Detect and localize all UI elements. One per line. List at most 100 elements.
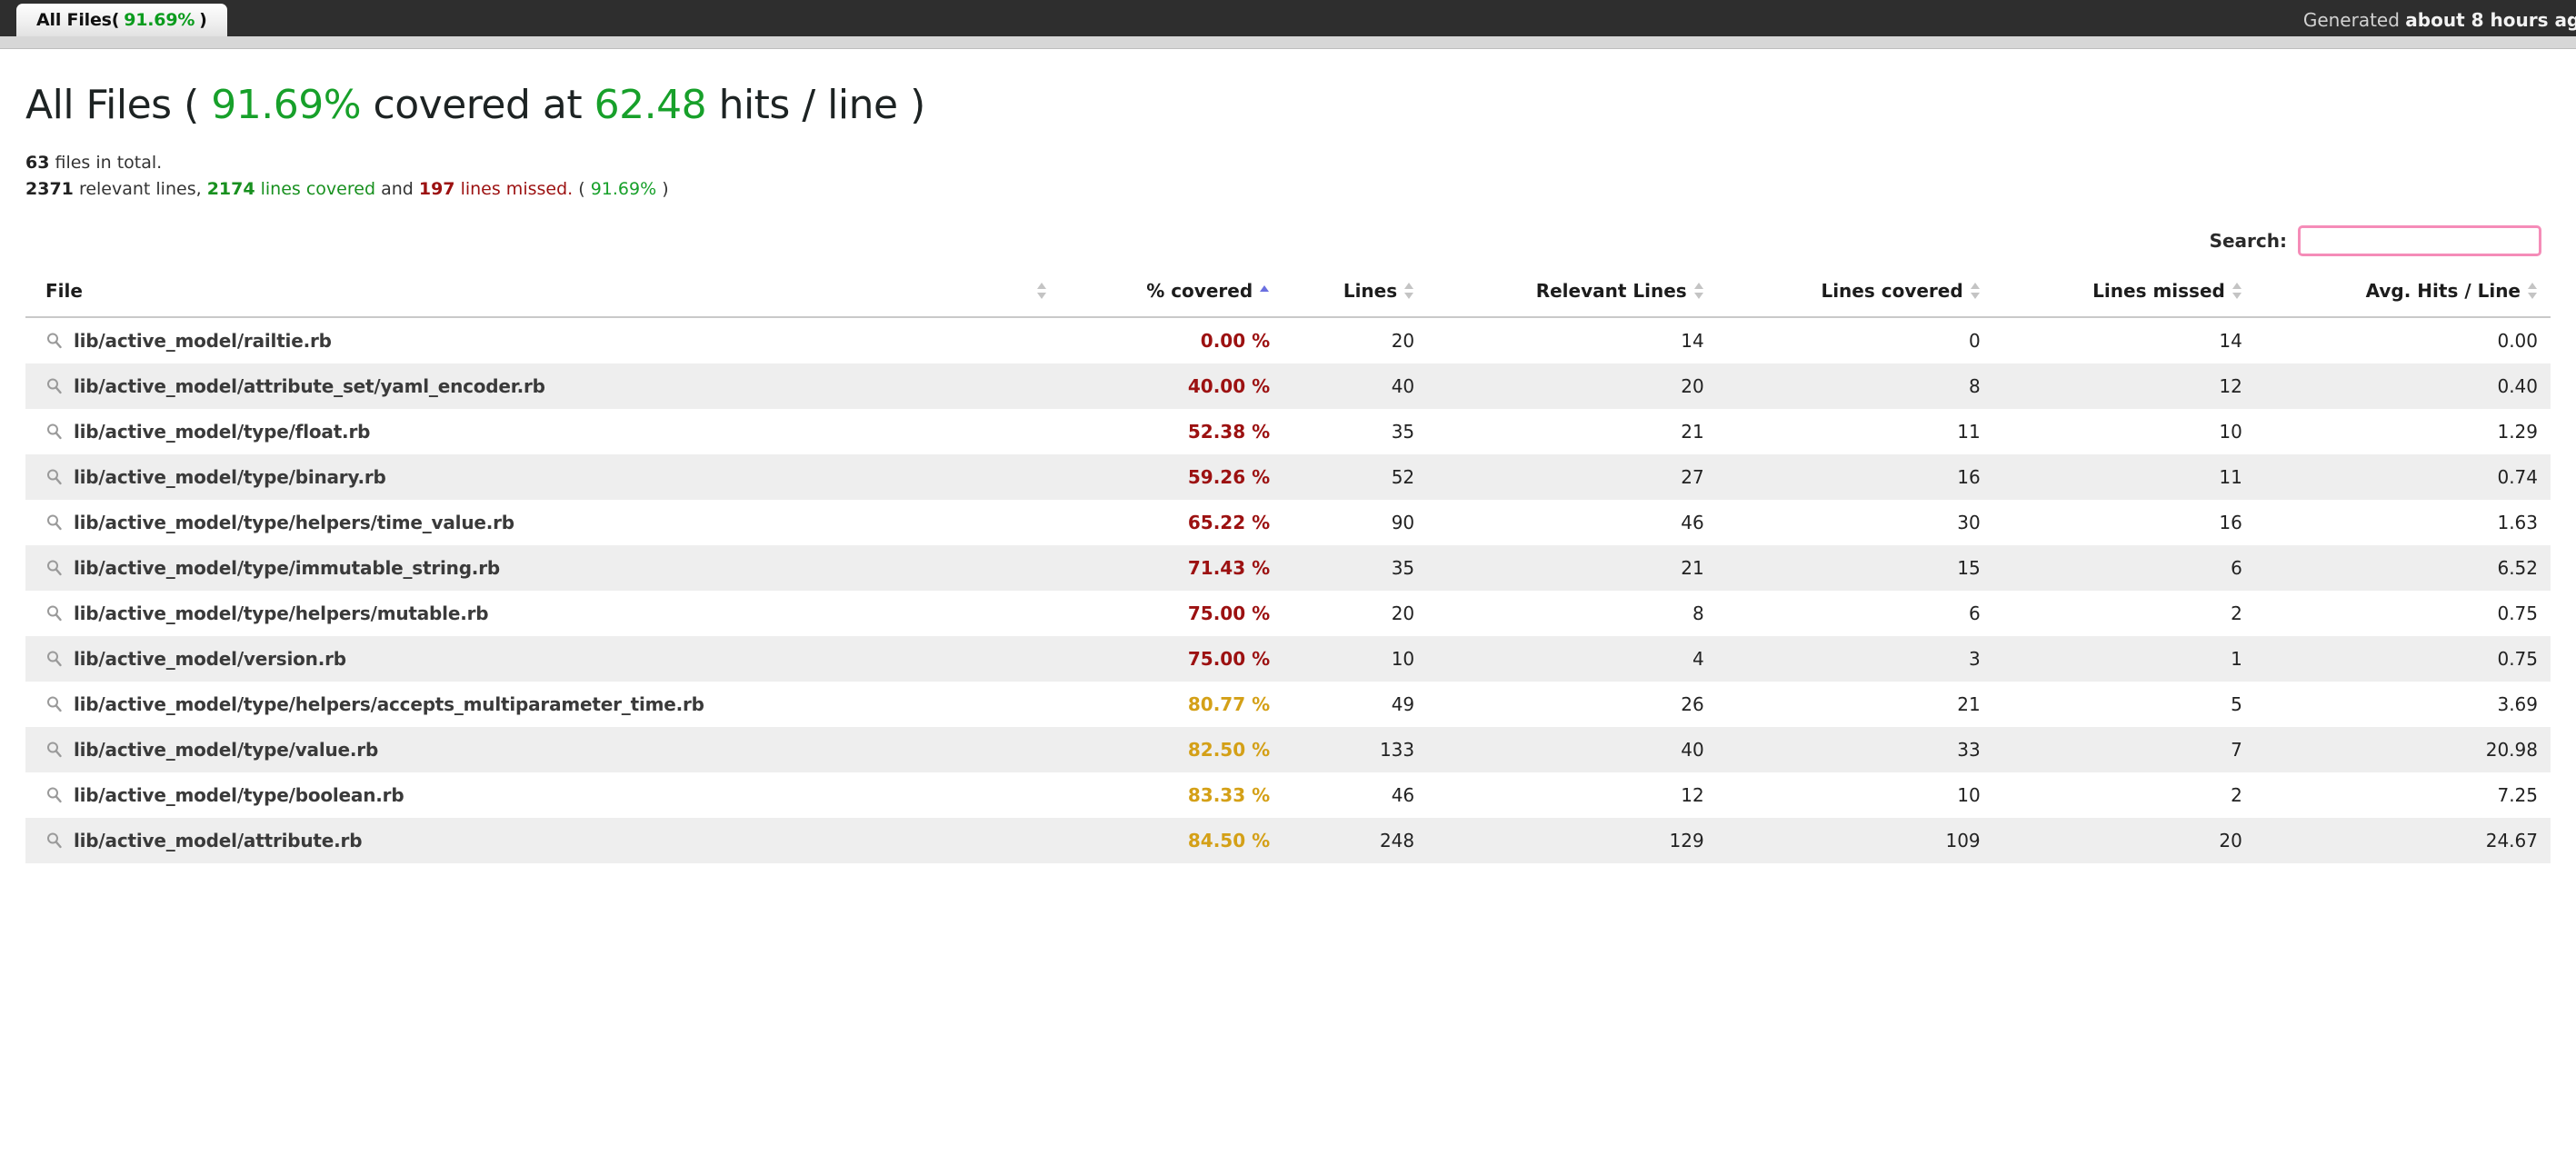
heading-hits-unit: hits / line — [718, 82, 899, 128]
cell-avg-hits-line: 6.52 — [2497, 557, 2538, 579]
cell-file[interactable]: lib/active_model/attribute.rb — [25, 818, 1060, 863]
cell-file[interactable]: lib/active_model/type/float.rb — [25, 409, 1060, 454]
summary-lines-missed-group: 197 lines missed. — [419, 179, 573, 199]
cell-avg-hits-line: 24.67 — [2485, 830, 2538, 851]
column-header-percent-covered[interactable]: % covered — [1059, 269, 1283, 318]
cell-relevant-lines: 21 — [1681, 557, 1704, 579]
file-link[interactable]: lib/active_model/type/immutable_string.r… — [74, 557, 500, 579]
magnifier-icon — [47, 469, 62, 485]
table-row[interactable]: lib/active_model/attribute.rb 84.50 % 248 1… — [25, 818, 2551, 863]
table-row[interactable]: lib/active_model/type/binary.rb 59.26 % 52… — [25, 454, 2551, 500]
cell-lines: 35 — [1391, 421, 1415, 443]
column-header-lines-covered[interactable]: Lines covered — [1716, 269, 1993, 318]
table-row[interactable]: lib/active_model/type/immutable_string.r… — [25, 545, 2551, 591]
magnifier-icon — [47, 742, 62, 758]
main-content: All Files ( 91.69% covered at 62.48 hits… — [0, 82, 2576, 863]
sort-icon-avg-hits-line[interactable] — [2528, 282, 2538, 300]
cell-lines-missed: 16 — [2219, 512, 2242, 533]
table-row[interactable]: lib/active_model/railtie.rb 0.00 % 20 14 0 14… — [25, 317, 2551, 363]
cell-lines-missed: 10 — [2219, 421, 2242, 443]
cell-avg-hits-line: 1.29 — [2497, 421, 2538, 443]
heading-covered-word: covered at — [373, 82, 583, 128]
file-link[interactable]: lib/active_model/attribute_set/yaml_enco… — [74, 375, 545, 397]
cell-lines-missed: 1 — [2231, 648, 2242, 670]
heading-open-paren: ( — [184, 82, 199, 128]
tab-percent: 91.69% — [124, 10, 195, 30]
heading-hits: 62.48 — [594, 82, 707, 128]
file-link[interactable]: lib/active_model/railtie.rb — [74, 330, 332, 352]
cell-file[interactable]: lib/active_model/version.rb — [25, 636, 1060, 682]
summary-open-paren: ( — [578, 178, 585, 199]
cell-lines-missed: 2 — [2231, 784, 2242, 806]
cell-file[interactable]: lib/active_model/type/helpers/mutable.rb — [25, 591, 1060, 636]
table-row[interactable]: lib/active_model/type/helpers/accepts_mu… — [25, 682, 2551, 727]
column-header-relevant-lines[interactable]: Relevant Lines — [1427, 269, 1717, 318]
cell-file[interactable]: lib/active_model/type/helpers/accepts_mu… — [25, 682, 1060, 727]
cell-file[interactable]: lib/active_model/type/value.rb — [25, 727, 1060, 772]
cell-percent-covered: 40.00 % — [1187, 375, 1271, 397]
column-header-lines[interactable]: Lines — [1283, 269, 1428, 318]
cell-file[interactable]: lib/active_model/type/binary.rb — [25, 454, 1060, 500]
cell-lines-missed: 2 — [2231, 602, 2242, 624]
cell-avg-hits-line: 1.63 — [2497, 512, 2538, 533]
table-row[interactable]: lib/active_model/attribute_set/yaml_enco… — [25, 363, 2551, 409]
cell-percent-covered: 82.50 % — [1187, 739, 1271, 761]
sort-icon-lines-covered[interactable] — [1970, 282, 1981, 300]
magnifier-icon — [47, 832, 62, 849]
cell-lines-covered: 0 — [1968, 330, 1981, 352]
table-row[interactable]: lib/active_model/type/helpers/mutable.rb… — [25, 591, 2551, 636]
cell-file[interactable]: lib/active_model/attribute_set/yaml_enco… — [25, 363, 1060, 409]
summary-lines-covered-group: 2174 lines covered — [207, 179, 375, 199]
sort-icon-percent-covered-ascending[interactable] — [1260, 284, 1270, 297]
heading-close-paren: ) — [910, 82, 925, 128]
file-link[interactable]: lib/active_model/type/boolean.rb — [74, 784, 404, 806]
cell-lines: 35 — [1391, 557, 1415, 579]
column-header-avg-hits-line[interactable]: Avg. Hits / Line — [2254, 269, 2551, 318]
cell-lines-covered: 3 — [1968, 648, 1981, 670]
sort-icon-lines[interactable] — [1404, 282, 1414, 300]
file-link[interactable]: lib/active_model/type/helpers/mutable.rb — [74, 602, 489, 624]
table-row[interactable]: lib/active_model/version.rb 75.00 % 10 4 3 1 0… — [25, 636, 2551, 682]
column-header-file[interactable]: File — [25, 269, 1060, 318]
table-row[interactable]: lib/active_model/type/helpers/time_value… — [25, 500, 2551, 545]
cell-relevant-lines: 4 — [1692, 648, 1704, 670]
cell-relevant-lines: 40 — [1681, 739, 1704, 761]
table-row[interactable]: lib/active_model/type/value.rb 82.50 % 133… — [25, 727, 2551, 772]
sort-icon-lines-missed[interactable] — [2232, 282, 2242, 300]
table-row[interactable]: lib/active_model/type/float.rb 52.38 % 35 2… — [25, 409, 2551, 454]
file-link[interactable]: lib/active_model/attribute.rb — [74, 830, 363, 851]
table-row[interactable]: lib/active_model/type/boolean.rb 83.33 % 4… — [25, 772, 2551, 818]
cell-avg-hits-line: 0.75 — [2497, 602, 2538, 624]
file-link[interactable]: lib/active_model/type/helpers/time_value… — [74, 512, 514, 533]
tab-all-files[interactable]: All Files ( 91.69% ) — [16, 4, 227, 36]
cell-lines-covered: 6 — [1968, 602, 1981, 624]
cell-lines: 90 — [1391, 512, 1415, 533]
cell-file[interactable]: lib/active_model/railtie.rb — [25, 317, 1060, 363]
cell-file[interactable]: lib/active_model/type/helpers/time_value… — [25, 500, 1060, 545]
cell-lines-covered: 8 — [1968, 375, 1981, 397]
summary-block: 63 files in total. 2371 relevant lines, … — [25, 150, 2551, 202]
cell-file[interactable]: lib/active_model/type/immutable_string.r… — [25, 545, 1060, 591]
cell-lines: 52 — [1391, 466, 1415, 488]
file-link[interactable]: lib/active_model/type/value.rb — [74, 739, 378, 761]
sort-icon-relevant-lines[interactable] — [1693, 282, 1704, 300]
cell-relevant-lines: 20 — [1681, 375, 1704, 397]
generated-timestamp: Generated about 8 hours ago — [2303, 9, 2576, 31]
magnifier-icon — [47, 651, 62, 667]
file-link[interactable]: lib/active_model/type/helpers/accepts_mu… — [74, 693, 704, 715]
cell-percent-covered: 80.77 % — [1187, 693, 1271, 715]
file-link[interactable]: lib/active_model/version.rb — [74, 648, 346, 670]
cell-percent-covered: 75.00 % — [1187, 648, 1271, 670]
column-header-lines-missed[interactable]: Lines missed — [1992, 269, 2255, 318]
cell-relevant-lines: 46 — [1681, 512, 1704, 533]
search-input[interactable] — [2298, 225, 2541, 256]
cell-relevant-lines: 8 — [1692, 602, 1704, 624]
file-link[interactable]: lib/active_model/type/binary.rb — [74, 466, 386, 488]
cell-relevant-lines: 21 — [1681, 421, 1704, 443]
sort-icon-file[interactable] — [1036, 282, 1047, 300]
cell-avg-hits-line: 7.25 — [2497, 784, 2538, 806]
coverage-table-body: lib/active_model/railtie.rb 0.00 % 20 14 0 14… — [25, 317, 2551, 863]
file-link[interactable]: lib/active_model/type/float.rb — [74, 421, 370, 443]
cell-file[interactable]: lib/active_model/type/boolean.rb — [25, 772, 1060, 818]
cell-relevant-lines: 27 — [1681, 466, 1704, 488]
